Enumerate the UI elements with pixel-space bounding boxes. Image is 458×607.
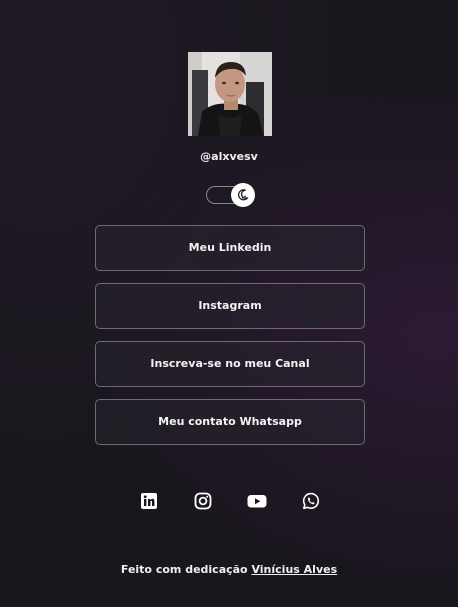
footer-text: Feito com dedicação — [120, 563, 248, 576]
linkedin-link-button[interactable]: Meu Linkedin — [95, 225, 365, 271]
youtube-icon[interactable] — [247, 492, 267, 510]
theme-toggle[interactable] — [206, 183, 255, 207]
link-tree-page: @alxvesv Meu Linkedin Instagram Inscreva… — [0, 0, 458, 607]
moon-icon — [237, 189, 249, 201]
instagram-link-button[interactable]: Instagram — [95, 283, 365, 329]
profile-photo — [188, 52, 272, 136]
whatsapp-icon[interactable] — [302, 492, 320, 510]
footer: Feito com dedicação Vinícius Alves — [0, 563, 458, 576]
profile-handle: @alxvesv — [200, 150, 258, 163]
instagram-icon[interactable] — [194, 492, 212, 510]
links-list: Meu Linkedin Instagram Inscreva-se no me… — [95, 225, 365, 457]
author-link[interactable]: Vinícius Alves — [251, 563, 337, 576]
whatsapp-contact-link-button[interactable]: Meu contato Whatsapp — [95, 399, 365, 445]
linkedin-icon[interactable] — [140, 492, 158, 510]
youtube-channel-link-button[interactable]: Inscreva-se no meu Canal — [95, 341, 365, 387]
avatar — [188, 52, 272, 136]
toggle-knob[interactable] — [231, 183, 255, 207]
